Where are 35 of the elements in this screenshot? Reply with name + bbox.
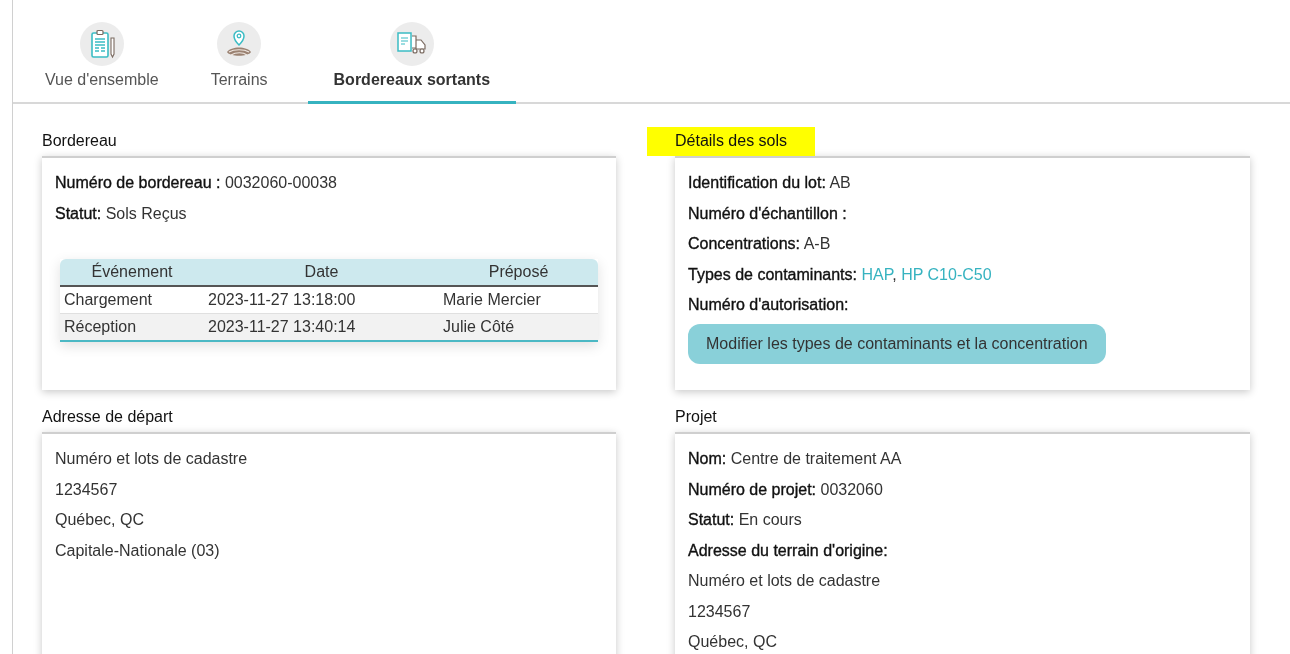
field-text: Numéro et lots de cadastre (688, 571, 882, 591)
field-text: Adresse du terrain d'origine: (688, 540, 889, 561)
table-cell-text: Chargement (63, 291, 154, 309)
column-header: Préposé (487, 263, 550, 281)
field-text: Concentrations: A-B (688, 234, 832, 254)
field-text: Québec, QC (688, 632, 778, 652)
field-text: 1234567 (688, 601, 752, 622)
field-text: Numéro de projet: 0032060 (688, 479, 884, 500)
field-text: 1234567 (55, 479, 119, 500)
tab[interactable]: Vue d'ensemble (33, 22, 171, 104)
field-text: Numéro d'échantillon : (688, 203, 848, 224)
field-text: Numéro de bordereau : 0032060-00038 (55, 173, 338, 193)
column-header: Date (303, 263, 340, 281)
field-text: Nom: Centre de traitement AA (688, 449, 903, 469)
table-cell-text: Marie Mercier (442, 291, 542, 309)
section-title: Bordereau (42, 132, 117, 151)
field-text: Québec, QC (55, 510, 145, 530)
field-text: Statut: Sols Reçus (55, 203, 188, 224)
table-cell-text: Julie Côté (442, 318, 516, 336)
edit-contaminants-button[interactable]: Modifier les types de contaminants et la concentration (688, 323, 1106, 364)
field-text: Capitale-Nationale (03) (55, 540, 221, 561)
section-title: Détails des sols (647, 127, 816, 156)
field-text: Numéro et lots de cadastre (55, 449, 249, 469)
field-text: Statut: En cours (688, 510, 803, 530)
table-cell-text: 2023-11-27 13:18:00 (207, 291, 357, 309)
section-title: Projet (675, 408, 717, 427)
field-text: Identification du lot: AB (688, 173, 852, 193)
section-title: Adresse de départ (42, 408, 173, 427)
table-cell-text: 2023-11-27 13:40:14 (207, 318, 357, 336)
tab[interactable]: Terrains (186, 22, 292, 104)
column-header: Événement (90, 263, 174, 281)
field-text: Types de contaminants: HAP, HP C10-C50 (688, 264, 993, 285)
tab[interactable]: Bordereaux sortants (307, 22, 517, 104)
field-text: Numéro d'autorisation: (688, 295, 850, 315)
table-cell-text: Réception (63, 318, 138, 336)
